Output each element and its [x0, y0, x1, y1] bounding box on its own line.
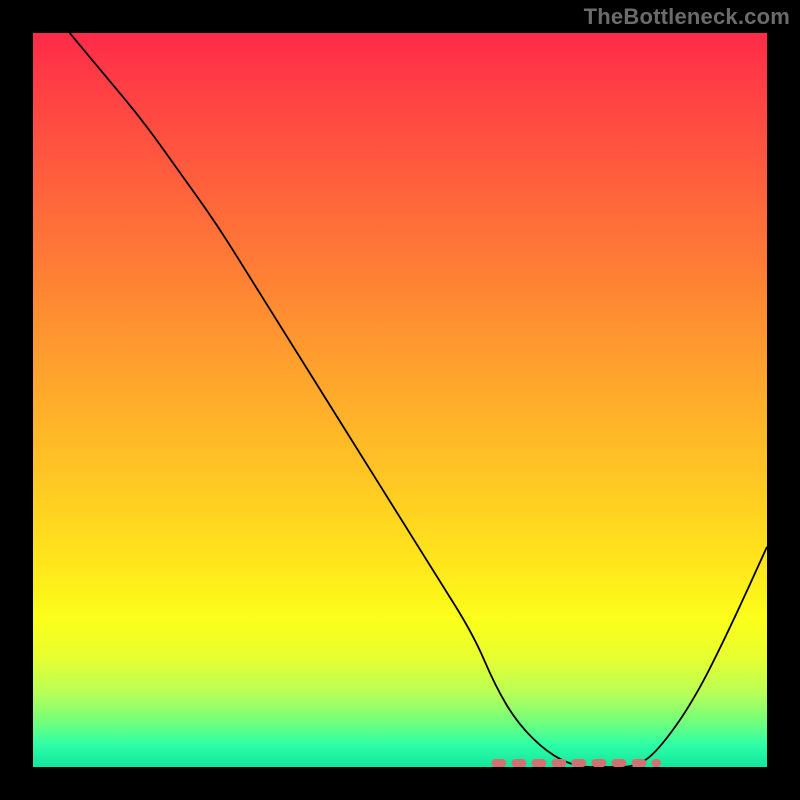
- bottleneck-curve: [70, 33, 767, 767]
- attribution-label: TheBottleneck.com: [584, 4, 790, 30]
- plot-area: [33, 33, 767, 767]
- chart-frame: TheBottleneck.com: [0, 0, 800, 800]
- curve-svg: [33, 33, 767, 767]
